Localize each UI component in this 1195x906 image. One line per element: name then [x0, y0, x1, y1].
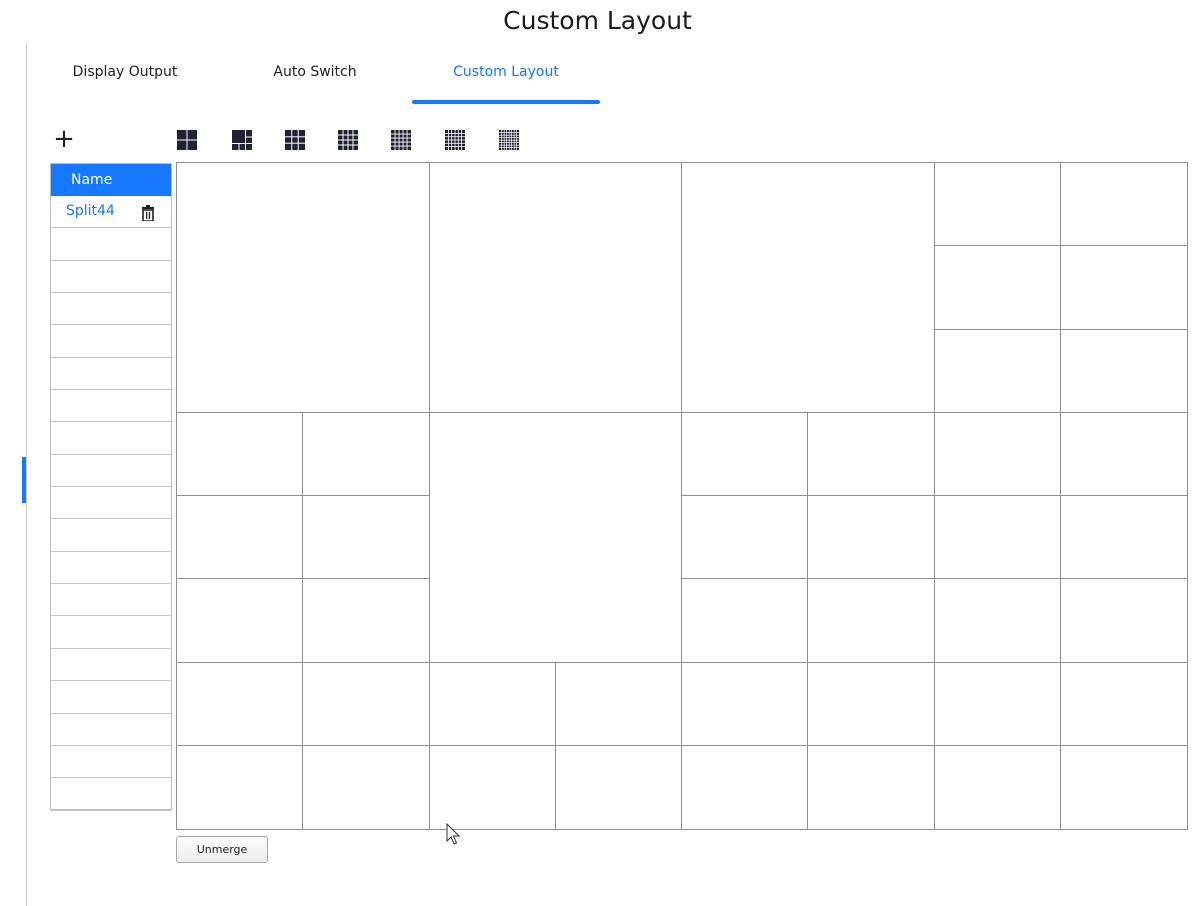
list-item[interactable]: [51, 228, 171, 261]
split-25-layout-icon: [391, 130, 411, 150]
window-cell[interactable]: [1060, 662, 1187, 746]
window-cell[interactable]: [1060, 246, 1187, 330]
list-item[interactable]: [51, 552, 171, 585]
window-cell[interactable]: [934, 163, 1061, 247]
split-36-layout-icon: [445, 130, 465, 150]
window-cell[interactable]: [177, 662, 304, 746]
list-item[interactable]: [51, 455, 171, 488]
merged-window-cell[interactable]: [429, 412, 682, 663]
list-item[interactable]: [51, 714, 171, 746]
list-item[interactable]: [51, 261, 171, 294]
window-cell[interactable]: [808, 579, 935, 663]
split-16-layout-icon: [338, 130, 358, 150]
window-cell[interactable]: [177, 745, 304, 829]
layout-grid: [176, 162, 1188, 830]
list-item[interactable]: [51, 681, 171, 714]
layout-name-label: Split44: [66, 203, 115, 219]
tab-display-output[interactable]: Display Output: [40, 54, 210, 102]
merged-window-cell[interactable]: [177, 163, 430, 413]
active-tab-indicator: [412, 100, 600, 104]
window-cell[interactable]: [934, 496, 1061, 580]
window-cell[interactable]: [177, 496, 304, 580]
window-cell[interactable]: [934, 745, 1061, 829]
preset-split-36[interactable]: [445, 130, 465, 150]
preset-split-4[interactable]: [177, 130, 197, 150]
preset-split-16[interactable]: [338, 130, 358, 150]
window-cell[interactable]: [1060, 579, 1187, 663]
split-9-layout-icon: [285, 130, 305, 150]
window-cell[interactable]: [934, 412, 1061, 496]
plus-icon: +: [53, 124, 75, 154]
merged-window-cell[interactable]: [682, 163, 935, 413]
list-item[interactable]: Split44: [51, 196, 171, 229]
list-item[interactable]: [51, 584, 171, 617]
preset-split-64[interactable]: [499, 130, 519, 150]
window-cell[interactable]: [429, 662, 556, 746]
window-cell[interactable]: [303, 662, 430, 746]
window-cell[interactable]: [303, 579, 430, 663]
list-item[interactable]: [51, 778, 171, 811]
left-divider: [26, 44, 27, 906]
page-title: Custom Layout: [503, 6, 692, 35]
window-cell[interactable]: [808, 662, 935, 746]
window-cell[interactable]: [682, 496, 809, 580]
layout-name-list: Name Split44: [50, 163, 172, 811]
window-cell[interactable]: [177, 412, 304, 496]
window-cell[interactable]: [682, 579, 809, 663]
tab-custom-layout[interactable]: Custom Layout: [412, 54, 600, 102]
list-item[interactable]: [51, 325, 171, 358]
window-cell[interactable]: [1060, 496, 1187, 580]
unmerge-button[interactable]: Unmerge: [176, 836, 268, 863]
window-cell[interactable]: [808, 496, 935, 580]
window-cell[interactable]: [682, 745, 809, 829]
window-cell[interactable]: [429, 745, 556, 829]
tab-auto-switch[interactable]: Auto Switch: [225, 54, 405, 102]
list-item[interactable]: [51, 293, 171, 326]
preset-split-9[interactable]: [285, 130, 305, 150]
list-item[interactable]: [51, 390, 171, 423]
preset-split-25[interactable]: [391, 130, 411, 150]
list-item[interactable]: [51, 746, 171, 779]
window-cell[interactable]: [934, 662, 1061, 746]
window-cell[interactable]: [303, 745, 430, 829]
window-cell[interactable]: [808, 412, 935, 496]
split-6-layout-icon: [232, 130, 252, 150]
merged-window-cell[interactable]: [429, 163, 682, 413]
list-item[interactable]: [51, 616, 171, 649]
window-cell[interactable]: [555, 662, 682, 746]
trash-icon[interactable]: [141, 205, 155, 221]
window-cell[interactable]: [934, 329, 1061, 413]
list-item[interactable]: [51, 358, 171, 391]
list-item[interactable]: [51, 487, 171, 520]
window-cell[interactable]: [303, 496, 430, 580]
window-cell[interactable]: [177, 579, 304, 663]
window-cell[interactable]: [1060, 329, 1187, 413]
list-item[interactable]: [51, 519, 171, 552]
preset-split-6[interactable]: [232, 130, 252, 150]
window-cell[interactable]: [808, 745, 935, 829]
sidebar-active-marker: [22, 457, 26, 503]
window-cell[interactable]: [934, 246, 1061, 330]
mouse-cursor-icon: [446, 823, 460, 845]
split-4-layout-icon: [177, 130, 197, 150]
tab-bar: Display Output Auto Switch Custom Layout: [40, 54, 620, 104]
window-cell[interactable]: [1060, 163, 1187, 247]
window-cell[interactable]: [1060, 745, 1187, 829]
window-cell[interactable]: [303, 412, 430, 496]
window-cell[interactable]: [934, 579, 1061, 663]
name-column-header: Name: [51, 164, 171, 196]
add-layout-button[interactable]: +: [52, 126, 76, 152]
window-cell[interactable]: [555, 745, 682, 829]
window-cell[interactable]: [682, 412, 809, 496]
split-64-layout-icon: [499, 130, 519, 150]
window-cell[interactable]: [682, 662, 809, 746]
window-cell[interactable]: [1060, 412, 1187, 496]
list-item[interactable]: [51, 422, 171, 455]
list-item[interactable]: [51, 649, 171, 682]
